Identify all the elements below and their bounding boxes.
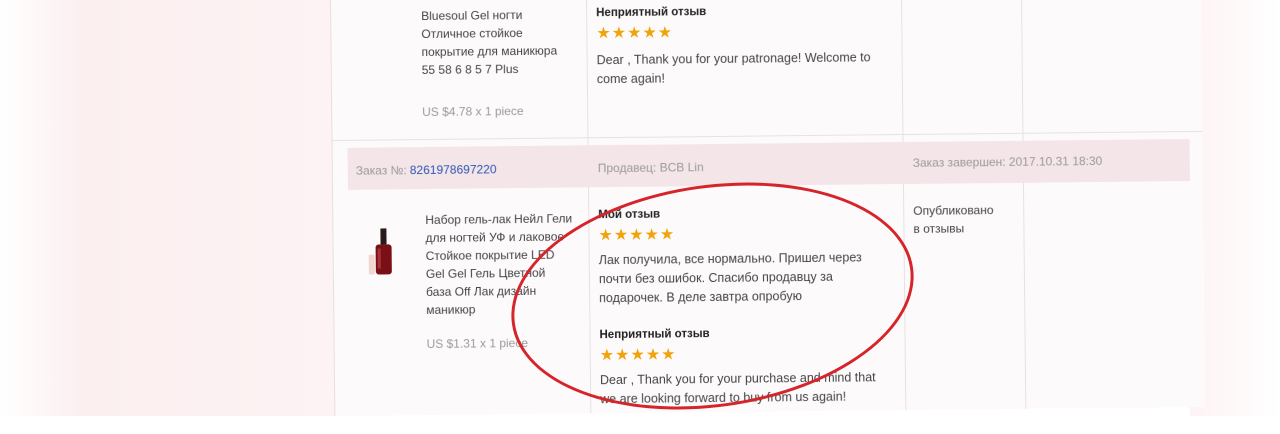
title-line: покрытие для маникюра	[421, 43, 558, 60]
review-heading: Неприятный отзыв	[596, 6, 707, 20]
background-left	[0, 0, 340, 416]
rating-stars: ★★★★★	[596, 24, 674, 43]
store-link[interactable]: Продавец: BCB Lin	[598, 158, 704, 177]
status-line: в отзывы	[913, 221, 965, 236]
order-completed-date: Заказ завершен: 2017.10.31 18:30	[912, 153, 1103, 170]
title-line: Отличное стойкое	[421, 25, 523, 42]
column-divider	[900, 0, 907, 410]
review-text: Dear , Thank you for your patronage! Wel…	[596, 50, 871, 87]
title-line: Набор гель-лак Нейл Гели	[425, 211, 573, 228]
order-label: Заказ №:	[355, 163, 407, 178]
top-product-price: US $4.78 x 1 piece	[422, 103, 524, 120]
order-number-link[interactable]: 8261978697220	[410, 160, 497, 179]
status-line: Опубликовано	[913, 203, 994, 218]
title-line: Bluesoul Gel ногти	[421, 7, 523, 24]
top-review: Неприятный отзыв ★★★★★ Dear , Thank you …	[596, 4, 897, 89]
title-line: 55 58 6 8 5 7 Plus	[421, 62, 519, 78]
column-divider	[1020, 0, 1027, 409]
top-product-title[interactable]: Bluesoul Gel ногти Отличное стойкое покр…	[421, 5, 582, 79]
bottom-product-price: US $1.31 x 1 piece	[426, 335, 529, 352]
review-status: Опубликовано в отзывы	[913, 201, 994, 238]
product-thumbnail[interactable]	[358, 224, 405, 284]
